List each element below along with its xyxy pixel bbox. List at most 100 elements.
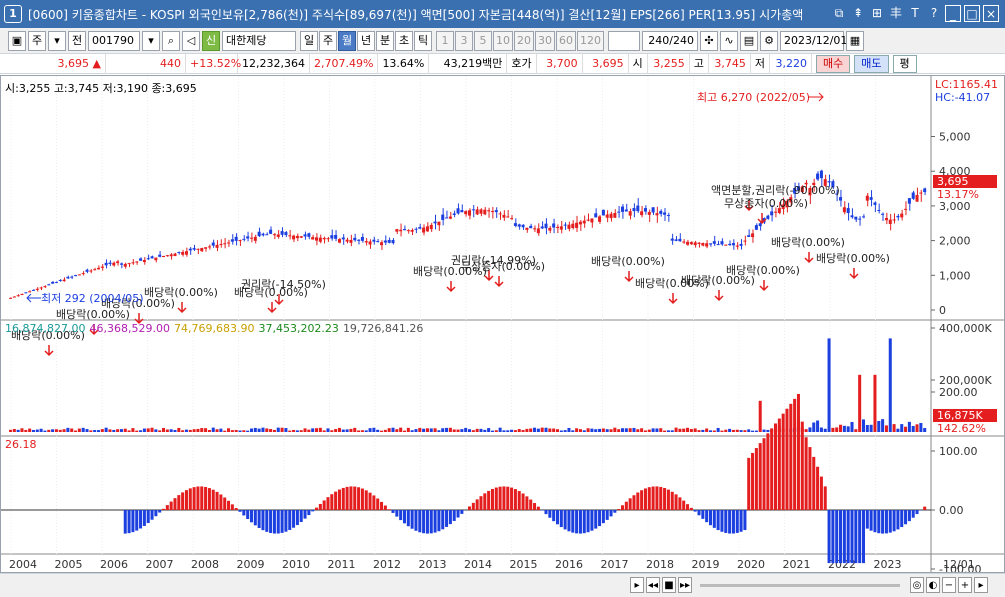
candle-body: [471, 209, 475, 211]
candle-body: [571, 223, 575, 228]
osc-bar: [456, 510, 460, 518]
calendar-icon[interactable]: ▦: [846, 30, 864, 51]
osc-bar: [907, 510, 911, 522]
volume-bar: [598, 428, 602, 432]
candle-body: [422, 227, 426, 233]
chart-area[interactable]: 5,000 4,000 3,000 2,000 1,000 0 2004 2005 2006 20…: [0, 75, 1005, 573]
candle-body: [414, 228, 418, 230]
stop-icon[interactable]: ■: [662, 577, 676, 593]
period-button[interactable]: 초: [395, 30, 413, 51]
candle-body: [139, 258, 143, 261]
scroll-end-icon[interactable]: ▸: [974, 577, 988, 593]
interval-button[interactable]: 1: [436, 30, 454, 51]
candle-body: [728, 243, 732, 245]
period-button[interactable]: 년: [357, 30, 375, 51]
interval-button[interactable]: 60: [556, 30, 576, 51]
osc-bar: [441, 510, 445, 530]
eval-button[interactable]: 평: [892, 54, 917, 73]
bar-count-input[interactable]: 240/240: [642, 30, 698, 51]
link-icon[interactable]: ⧉: [831, 5, 847, 22]
sound-icon[interactable]: ◁: [182, 30, 200, 51]
zoom-in-icon[interactable]: +: [958, 577, 972, 593]
volume-bar: [200, 428, 204, 432]
volume-bar: [360, 430, 364, 432]
close-icon[interactable]: ×: [983, 5, 999, 22]
period-button[interactable]: 월: [338, 30, 356, 51]
save-icon[interactable]: ▤: [740, 30, 758, 51]
interval-button[interactable]: 120: [577, 30, 604, 51]
tile-icon[interactable]: ⊞: [869, 5, 885, 22]
period-button[interactable]: 일: [300, 30, 318, 51]
code-dropdown-icon[interactable]: ▾: [142, 30, 160, 51]
period-button[interactable]: 주: [319, 30, 337, 51]
osc-bar: [215, 491, 219, 510]
osc-bar: [204, 486, 208, 510]
candle-body: [288, 235, 292, 237]
osc-bar: [785, 408, 789, 510]
fast-forward-icon[interactable]: ▸▸: [678, 577, 692, 593]
maximize-icon[interactable]: □: [964, 5, 980, 22]
zoom-track[interactable]: [700, 584, 900, 587]
draw-icon[interactable]: ∿: [720, 30, 738, 51]
buy-button[interactable]: 매수: [816, 54, 851, 73]
pin-icon[interactable]: ⇞: [850, 5, 866, 22]
osc-bar: [743, 510, 747, 531]
candle-body: [116, 261, 120, 264]
code-type-select[interactable]: 전: [68, 30, 86, 51]
interval-button[interactable]: 30: [535, 30, 555, 51]
period-button[interactable]: 분: [376, 30, 394, 51]
text-icon[interactable]: T: [907, 5, 923, 22]
market-select[interactable]: 주: [28, 30, 46, 51]
compress-icon[interactable]: ◐: [926, 577, 940, 593]
stock-code-input[interactable]: 001790: [88, 30, 140, 51]
rewind-icon[interactable]: ◂◂: [646, 577, 660, 593]
fit-icon[interactable]: ◎: [910, 577, 924, 593]
osc-bar: [380, 501, 384, 510]
candle-body: [460, 210, 464, 213]
help-icon[interactable]: ?: [926, 5, 942, 22]
candle-body: [123, 263, 127, 267]
osc-bar: [789, 403, 793, 510]
settings-icon[interactable]: ⚙: [760, 30, 778, 51]
volume-bar: [877, 421, 881, 432]
volume-bar: [330, 430, 334, 432]
interval-button[interactable]: 5: [474, 30, 492, 51]
interval-button[interactable]: 20: [514, 30, 534, 51]
sell-button[interactable]: 매도: [854, 54, 889, 73]
search-icon[interactable]: ⌕: [162, 30, 180, 51]
candle-body: [464, 211, 468, 215]
candle-body: [544, 223, 548, 229]
osc-bar: [896, 510, 900, 530]
date-input[interactable]: 2023/12/01: [780, 30, 847, 51]
volume-bar: [123, 428, 127, 432]
osc-bar: [196, 486, 200, 510]
chart-scrollbar[interactable]: ▸ ◂◂ ■ ▸▸ ◎ ◐ − + ▸: [0, 573, 1005, 597]
osc-bar: [701, 510, 705, 519]
minimize-icon[interactable]: _: [945, 5, 961, 22]
layout-icon[interactable]: ▣: [8, 30, 26, 51]
volume-ma-value: 19,726,841.26: [342, 322, 424, 335]
indicator-icon[interactable]: ✣: [700, 30, 718, 51]
period-input[interactable]: [608, 30, 640, 51]
volume-bar: [915, 424, 919, 432]
market-dropdown-icon[interactable]: ▾: [48, 30, 66, 51]
osc-bar: [793, 398, 797, 510]
candle-body: [854, 216, 858, 220]
period-button[interactable]: 틱: [414, 30, 432, 51]
scroll-right-icon[interactable]: ▸: [630, 577, 644, 593]
volume-bar: [686, 427, 690, 432]
volume-bar: [24, 429, 28, 432]
interval-button[interactable]: 10: [493, 30, 513, 51]
osc-bar: [360, 488, 364, 510]
fix-icon[interactable]: 丰: [888, 5, 904, 22]
interval-button[interactable]: 3: [455, 30, 473, 51]
volume-bar: [219, 428, 223, 432]
volume-bar: [112, 429, 116, 432]
volume-bar: [303, 428, 307, 432]
zoom-out-icon[interactable]: −: [942, 577, 956, 593]
volume-bar: [555, 429, 559, 432]
candle-body: [452, 213, 456, 215]
year-label: 2013: [419, 558, 447, 571]
osc-bar: [613, 510, 617, 513]
volume-bar: [831, 427, 835, 432]
